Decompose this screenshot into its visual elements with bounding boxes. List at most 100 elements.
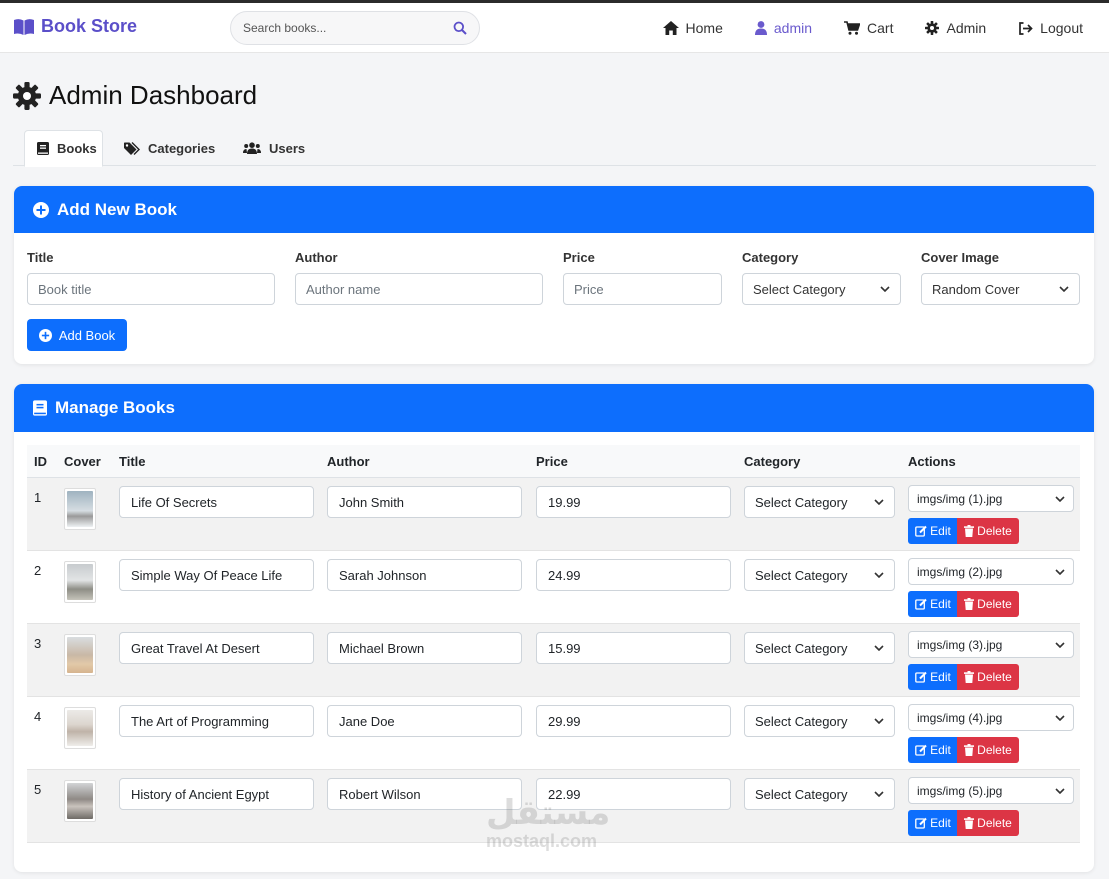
title-input[interactable]: Book title [27,273,275,305]
title-field[interactable]: Great Travel At Desert [119,632,314,664]
home-icon [662,21,679,35]
chevron-down-icon [880,286,890,292]
chevron-down-icon [1055,714,1065,721]
edit-button[interactable]: Edit [908,518,958,544]
category-value: Select Category [755,640,848,656]
title-field[interactable]: Life Of Secrets [119,486,314,518]
row-id: 3 [34,636,42,651]
chevron-down-icon [874,791,884,797]
price-field[interactable]: 19.99 [536,486,731,518]
edit-icon [915,525,927,537]
nav-cart[interactable]: Cart [844,20,893,36]
author-field[interactable]: Sarah Johnson [327,559,522,591]
add-book-header: Add New Book [14,186,1094,233]
book-icon [33,400,47,416]
nav-user-label: admin [773,20,813,36]
price-field[interactable]: 29.99 [536,705,731,737]
delete-label: Delete [977,597,1012,611]
edit-button[interactable]: Edit [908,664,958,690]
row-id: 5 [34,782,42,797]
price-field[interactable]: 15.99 [536,632,731,664]
tags-icon [124,141,140,155]
category-value: Select Category [755,494,848,510]
col-cover: Cover [64,454,101,469]
nav-home[interactable]: Home [662,20,723,36]
edit-button[interactable]: Edit [908,591,958,617]
brand-name: Book Store [41,16,138,36]
edit-label: Edit [930,524,951,538]
category-select[interactable]: Select Category [744,705,895,737]
cover-select[interactable]: Random Cover [921,273,1080,305]
image-select[interactable]: imgs/img (1).jpg [908,485,1074,512]
book-cover-image [64,634,96,676]
delete-button[interactable]: Delete [957,518,1019,544]
books-table: ID Cover Title Author Price Category Act… [27,445,1080,843]
image-value: imgs/img (1).jpg [917,491,1003,506]
tab-categories[interactable]: Categories [112,130,227,166]
nav-home-label: Home [685,20,723,36]
category-select[interactable]: Select Category [744,486,895,518]
chevron-down-icon [874,572,884,578]
title-field[interactable]: Simple Way Of Peace Life [119,559,314,591]
title-field[interactable]: The Art of Programming [119,705,314,737]
tab-users[interactable]: Users [231,130,317,166]
price-field[interactable]: 24.99 [536,559,731,591]
author-field[interactable]: John Smith [327,486,522,518]
cover-select-value: Random Cover [932,281,1020,297]
col-price: Price [536,454,568,469]
delete-label: Delete [977,670,1012,684]
image-select[interactable]: imgs/img (5).jpg [908,777,1074,804]
search-icon[interactable] [453,21,467,35]
image-value: imgs/img (4).jpg [917,710,1003,725]
edit-button[interactable]: Edit [908,810,958,836]
search-input[interactable] [243,21,453,35]
price-input[interactable]: Price [563,273,722,305]
category-value: Select Category [755,786,848,802]
edit-label: Edit [930,597,951,611]
nav-admin-label: Admin [946,20,987,36]
add-book-button[interactable]: Add Book [27,319,127,351]
image-value: imgs/img (5).jpg [917,783,1003,798]
table-row: 3 Great Travel At Desert Michael Brown 1… [27,624,1080,697]
logout-icon [1018,21,1033,35]
nav-logout[interactable]: Logout [1018,20,1083,36]
image-select[interactable]: imgs/img (3).jpg [908,631,1074,658]
author-input[interactable]: Author name [295,273,543,305]
author-field[interactable]: Michael Brown [327,632,522,664]
category-select[interactable]: Select Category [744,778,895,810]
book-cover-image [64,707,96,749]
table-row: 4 The Art of Programming Jane Doe 29.99 … [27,697,1080,770]
delete-button[interactable]: Delete [957,737,1019,763]
category-select[interactable]: Select Category [744,632,895,664]
delete-label: Delete [977,524,1012,538]
nav-user[interactable]: admin [754,20,813,36]
image-select[interactable]: imgs/img (2).jpg [908,558,1074,585]
navbar: Book Store Home admin Cart Admin Logout [0,3,1109,53]
admin-tabs: Books Categories Users [13,130,1096,167]
delete-label: Delete [977,816,1012,830]
category-value: Select Category [755,713,848,729]
category-select[interactable]: Select Category [744,559,895,591]
nav-admin[interactable]: Admin [925,20,986,36]
chevron-down-icon [1059,286,1069,292]
edit-icon [915,671,927,683]
delete-label: Delete [977,743,1012,757]
edit-icon [915,817,927,829]
add-book-card: Add New Book Title Book title Author Aut… [14,186,1094,364]
delete-button[interactable]: Delete [957,810,1019,836]
delete-button[interactable]: Delete [957,591,1019,617]
category-label: Category [742,250,799,265]
users-icon [243,142,261,154]
image-select[interactable]: imgs/img (4).jpg [908,704,1074,731]
author-field[interactable]: Jane Doe [327,705,522,737]
delete-button[interactable]: Delete [957,664,1019,690]
title-field[interactable]: History of Ancient Egypt [119,778,314,810]
brand-link[interactable]: Book Store [13,16,137,37]
category-select[interactable]: Select Category [742,273,901,305]
gear-icon [13,81,41,110]
tab-books[interactable]: Books [24,130,103,167]
gear-icon [925,21,940,35]
col-title: Title [119,454,146,469]
edit-button[interactable]: Edit [908,737,958,763]
row-id: 4 [34,709,42,724]
